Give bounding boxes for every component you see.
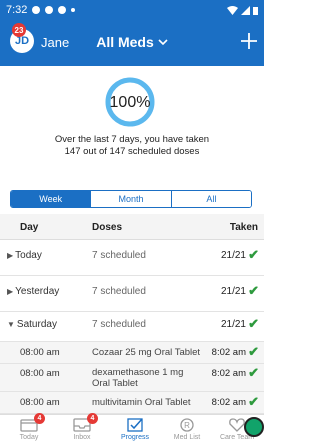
header-taken: Taken <box>229 222 258 233</box>
notification-icon <box>32 6 41 14</box>
day-row-saturday[interactable]: ▼ Saturday 7 scheduled 21/21 ✔ <box>0 312 264 342</box>
bottom-nav: 4 Today 4 Inbox Progress R Med List Care… <box>0 413 264 442</box>
svg-text:R: R <box>184 421 190 430</box>
app-header: JD 23 Jane All Meds <box>0 20 264 66</box>
notification-icon <box>58 6 67 14</box>
assistant-button[interactable] <box>244 417 264 437</box>
nav-label: Inbox <box>73 434 91 441</box>
nav-today[interactable]: 4 Today <box>4 413 54 442</box>
nav-inbox[interactable]: 4 Inbox <box>57 413 107 442</box>
notification-icon <box>71 8 76 12</box>
nav-badge: 4 <box>34 413 45 424</box>
table-header: Day Doses Taken <box>0 214 264 240</box>
nav-label: Progress <box>120 434 149 441</box>
header-doses: Doses <box>92 222 123 233</box>
dose-time: 08:00 am <box>20 368 60 379</box>
dose-row[interactable]: 08:00 am dexamethasone 1 mg Oral Tablet … <box>0 364 264 392</box>
dose-time: 08:00 am <box>20 347 60 358</box>
adherence-message: Over the last 7 days, you have taken 147… <box>54 134 210 157</box>
dose-row[interactable]: 08:00 am multivitamin Oral Tablet 8:02 a… <box>0 392 264 414</box>
tab-all[interactable]: All <box>171 191 251 207</box>
nav-progress[interactable]: Progress <box>110 415 160 442</box>
avatar-badge: 23 <box>12 23 26 37</box>
caret-right-icon: ▶ <box>7 287 14 296</box>
dose-med: multivitamin Oral Tablet <box>92 397 191 408</box>
battery-icon <box>253 6 258 15</box>
day-label: Yesterday <box>15 286 60 297</box>
check-icon: ✔ <box>248 247 259 262</box>
dose-row[interactable]: 08:00 am Cozaar 25 mg Oral Tablet 8:02 a… <box>0 342 264 364</box>
checkbox-icon <box>127 418 143 432</box>
notification-icon <box>45 6 54 14</box>
dose-med: Cozaar 25 mg Oral Tablet <box>92 347 201 358</box>
caret-down-icon: ▼ <box>7 320 15 329</box>
signal-icon <box>241 5 250 15</box>
user-name[interactable]: Jane <box>41 35 69 50</box>
taken-count: 21/21 <box>220 250 246 261</box>
day-row-yesterday[interactable]: ▶ Yesterday 7 scheduled 21/21 ✔ <box>0 276 264 312</box>
check-icon: ✔ <box>248 365 259 380</box>
check-icon: ✔ <box>248 394 259 409</box>
doses-label: 7 scheduled <box>92 319 146 330</box>
status-bar: 7:32 <box>0 0 264 20</box>
adherence-percent: 100% <box>109 94 151 111</box>
med-filter-dropdown[interactable]: All Meds <box>96 34 168 50</box>
dose-med: dexamethasone 1 mg Oral Tablet <box>92 367 184 389</box>
doses-label: 7 scheduled <box>92 286 146 297</box>
dose-time: 08:00 am <box>20 397 60 408</box>
caret-right-icon: ▶ <box>7 251 14 260</box>
doses-label: 7 scheduled <box>92 250 146 261</box>
header-day: Day <box>20 222 39 233</box>
period-tabs: Week Month All <box>10 190 252 208</box>
dose-taken-time: 8:02 am <box>211 397 246 408</box>
dose-taken-time: 8:02 am <box>211 347 246 358</box>
nav-label: Today <box>19 434 39 441</box>
day-label: Saturday <box>16 319 57 330</box>
nav-badge: 4 <box>87 413 98 424</box>
check-icon: ✔ <box>248 316 259 331</box>
tab-month[interactable]: Month <box>91 191 172 207</box>
tab-week[interactable]: Week <box>11 191 92 207</box>
taken-count: 21/21 <box>220 286 246 297</box>
wifi-icon <box>227 5 238 15</box>
dose-taken-time: 8:02 am <box>211 368 246 379</box>
plus-icon <box>241 33 257 49</box>
check-icon: ✔ <box>248 344 259 359</box>
check-icon: ✔ <box>248 283 259 298</box>
add-button[interactable] <box>240 28 258 54</box>
day-label: Today <box>15 250 42 261</box>
nav-label: Med List <box>173 434 201 441</box>
adherence-summary: 100% Over the last 7 days, you have take… <box>0 66 264 190</box>
chevron-down-icon <box>158 38 168 45</box>
page-title: All Meds <box>96 34 154 50</box>
day-row-today[interactable]: ▶ Today 7 scheduled 21/21 ✔ <box>0 240 264 276</box>
nav-med-list[interactable]: R Med List <box>162 415 212 442</box>
taken-count: 21/21 <box>220 319 246 330</box>
pill-icon: R <box>180 418 194 432</box>
status-time: 7:32 <box>6 4 28 16</box>
